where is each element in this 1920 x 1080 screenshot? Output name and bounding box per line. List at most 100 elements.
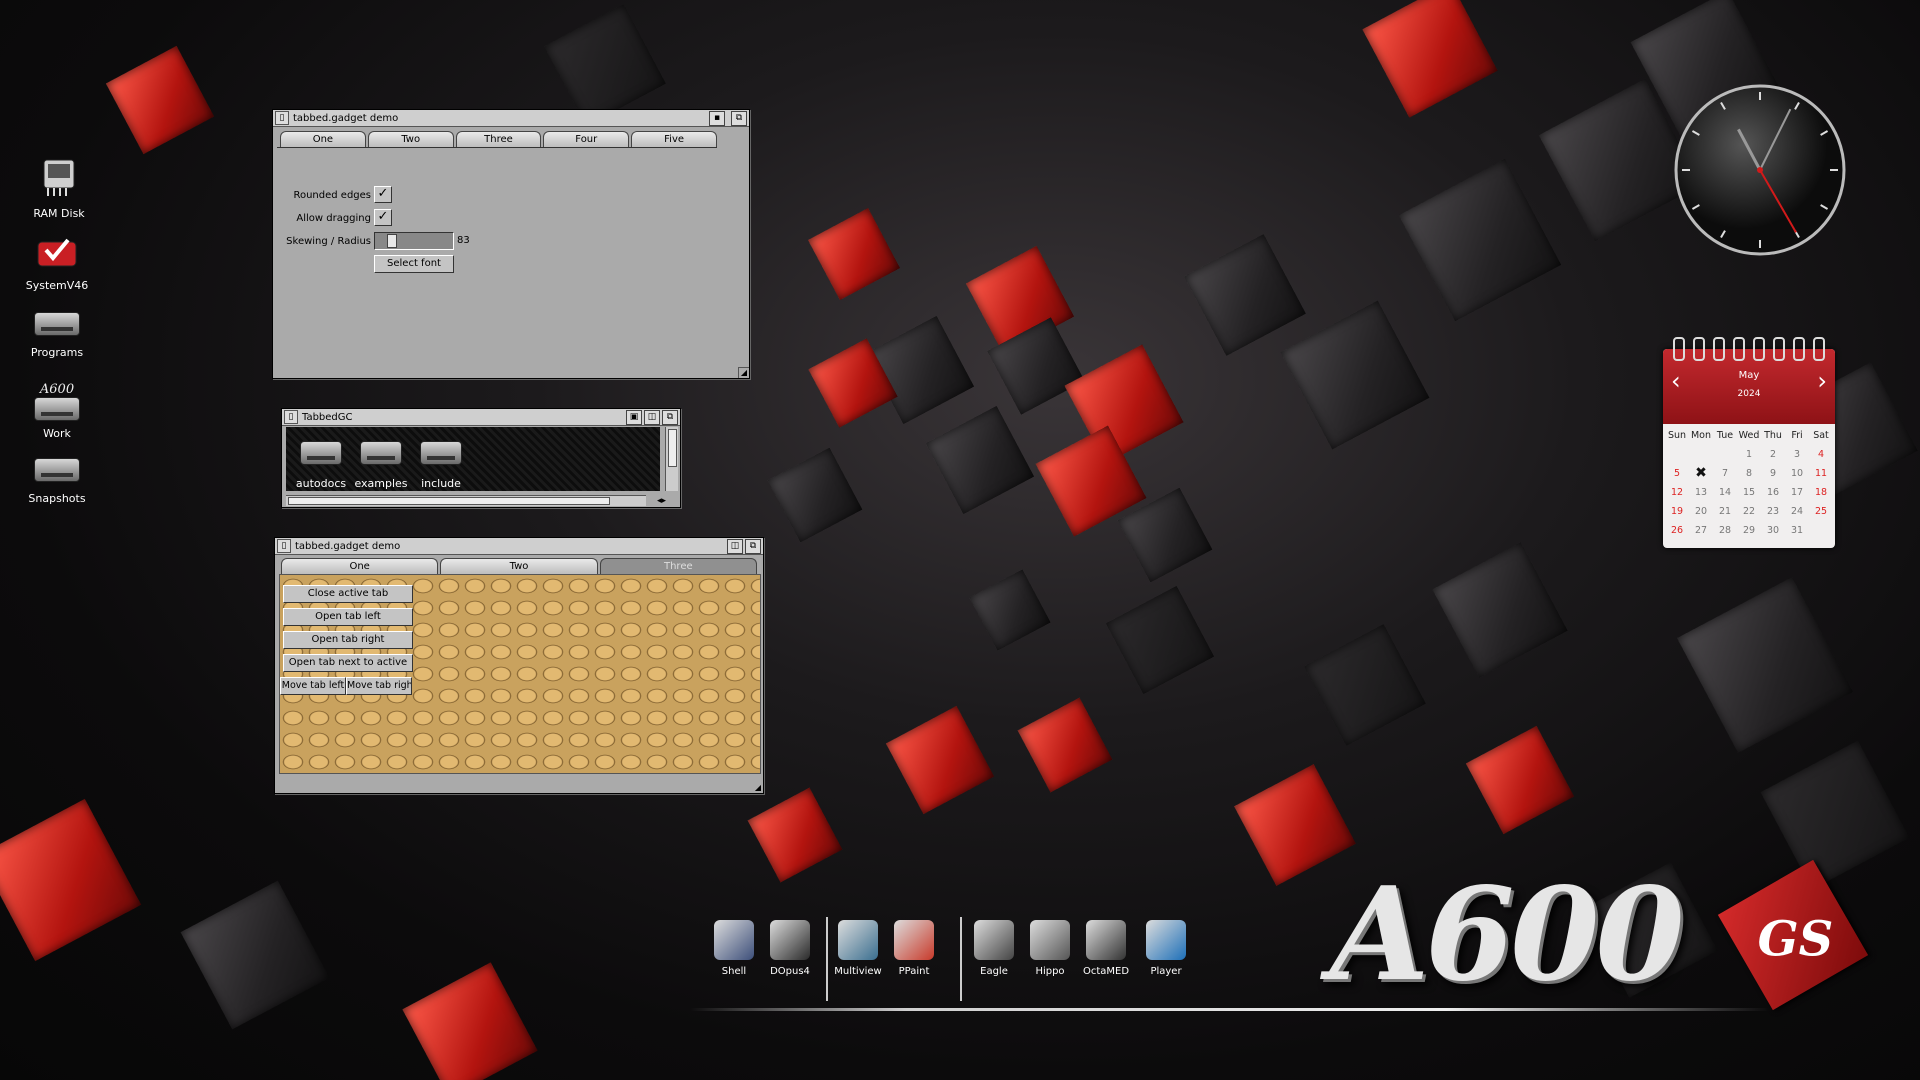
calendar-day[interactable]: 14 (1713, 487, 1737, 498)
calendar-day[interactable]: 10 (1785, 468, 1809, 479)
calendar-day[interactable]: 31 (1785, 525, 1809, 536)
calendar-day[interactable]: 21 (1713, 506, 1737, 517)
dock-item-octamed[interactable]: OctaMED (1078, 920, 1134, 977)
calendar-day[interactable]: 16 (1761, 487, 1785, 498)
close-gadget-icon[interactable]: ▯ (277, 539, 291, 553)
desktop-icon-snapshots[interactable]: Snapshots (12, 458, 102, 505)
tabbed-demo-window-2[interactable]: ▯ tabbed.gadget demo ◫ ⧉ One Two Three C… (274, 537, 764, 794)
desktop-icon-ram-disk[interactable]: RAM Disk (14, 156, 104, 220)
calendar-day[interactable]: 18 (1809, 487, 1833, 498)
calendar-day[interactable]: 15 (1737, 487, 1761, 498)
tab-two[interactable]: Two (367, 131, 454, 147)
resize-gadget-icon[interactable]: ◢ (753, 783, 763, 793)
select-font-button[interactable]: Select font (374, 255, 454, 273)
depth-gadget-icon[interactable]: ⧉ (745, 538, 761, 554)
a600-badge-text: A600 (39, 382, 75, 397)
calendar-day[interactable]: 20 (1689, 506, 1713, 517)
calendar-day[interactable]: 11 (1809, 468, 1833, 479)
tab-four[interactable]: Four (543, 131, 630, 147)
calendar-empty (1665, 449, 1689, 460)
depth-gadget-icon[interactable]: ⧉ (731, 110, 747, 126)
rounded-edges-checkbox[interactable]: ✓ (374, 186, 392, 203)
a600-logo: A600 (1330, 860, 1684, 1010)
scroll-arrows[interactable]: ◂▸ (657, 496, 666, 506)
scroll-knob[interactable] (288, 497, 610, 505)
window-titlebar[interactable]: ▯ tabbed.gadget demo ▪ ⧉ (273, 110, 749, 127)
calendar-day[interactable]: 26 (1665, 525, 1689, 536)
slider-knob[interactable] (387, 234, 397, 248)
calendar-day[interactable]: 7 (1713, 468, 1737, 479)
background-cube (808, 208, 900, 300)
close-gadget-icon[interactable]: ▯ (284, 410, 298, 424)
calendar-day[interactable]: 3 (1785, 449, 1809, 460)
calendar-day[interactable]: 24 (1785, 506, 1809, 517)
dock-item-hippo[interactable]: Hippo (1022, 920, 1078, 977)
dock-item-eagle[interactable]: Eagle (966, 920, 1022, 977)
drawer-item-autodocs[interactable]: autodocs (292, 441, 350, 490)
tab-two[interactable]: Two (440, 558, 598, 574)
zoom-gadget-icon[interactable]: ◫ (727, 538, 743, 554)
tab-one[interactable]: One (281, 558, 439, 574)
calendar-day[interactable]: 5 (1665, 468, 1689, 479)
item-label: autodocs (295, 477, 347, 490)
move-tab-left-button[interactable]: Move tab left (280, 677, 346, 695)
dock-item-multiview[interactable]: Multiview (830, 920, 886, 977)
calendar-day[interactable]: 4 (1809, 449, 1833, 460)
skewing-slider[interactable] (374, 232, 454, 250)
desktop-icon-systemv46[interactable]: SystemV46 (12, 228, 102, 292)
drawer-item-examples[interactable]: examples (352, 441, 410, 490)
vertical-scrollbar[interactable] (665, 427, 678, 491)
calendar-day[interactable]: 30 (1761, 525, 1785, 536)
depth-gadget-icon[interactable]: ⧉ (662, 409, 678, 425)
calendar-day[interactable]: 22 (1737, 506, 1761, 517)
calendar-day[interactable]: 2 (1761, 449, 1785, 460)
close-gadget-icon[interactable]: ▯ (275, 111, 289, 125)
open-tab-next-button[interactable]: Open tab next to active (283, 654, 413, 672)
window-titlebar[interactable]: ▯ TabbedGC ▣ ◫ ⧉ (282, 409, 680, 426)
dock-label: PPaint (898, 966, 930, 977)
tabbedgc-drawer-window[interactable]: ▯ TabbedGC ▣ ◫ ⧉ autodocs examples inclu… (281, 408, 681, 508)
horizontal-scrollbar[interactable] (286, 495, 646, 506)
calendar-day[interactable]: 28 (1713, 525, 1737, 536)
tabbed-demo-window-1[interactable]: ▯ tabbed.gadget demo ▪ ⧉ One Two Three F… (272, 109, 750, 379)
allow-dragging-label: Allow dragging (296, 213, 371, 224)
rounded-edges-label: Rounded edges (293, 190, 371, 201)
desktop-icon-work[interactable]: A600 Work (12, 382, 102, 440)
calendar-day[interactable]: 13 (1689, 487, 1713, 498)
desktop-icon-label: Programs (30, 346, 84, 359)
move-tab-right-button[interactable]: Move tab right (346, 677, 412, 695)
dock-item-shell[interactable]: Shell (706, 920, 762, 977)
drawer-item-include[interactable]: include (412, 441, 470, 490)
desktop-icon-programs[interactable]: Programs (12, 312, 102, 359)
tab-three[interactable]: Three (455, 131, 542, 147)
tab-five[interactable]: Five (631, 131, 717, 147)
tab-three[interactable]: Three (599, 558, 757, 574)
open-tab-right-button[interactable]: Open tab right (283, 631, 413, 649)
zoom-gadget-icon[interactable]: ◫ (644, 409, 660, 425)
calendar-day[interactable]: 9 (1761, 468, 1785, 479)
calendar-day[interactable]: 8 (1737, 468, 1761, 479)
calendar-day[interactable]: 25 (1809, 506, 1833, 517)
open-tab-left-button[interactable]: Open tab left (283, 608, 413, 626)
dock-item-ppaint[interactable]: PPaint (886, 920, 942, 977)
dock-item-dopus4[interactable]: DOpus4 (762, 920, 818, 977)
calendar-header: ‹ › May 2024 (1663, 337, 1835, 424)
tab-one[interactable]: One (280, 131, 366, 147)
window-titlebar[interactable]: ▯ tabbed.gadget demo ◫ ⧉ (275, 538, 763, 555)
calendar-day[interactable]: 27 (1689, 525, 1713, 536)
close-active-tab-button[interactable]: Close active tab (283, 585, 413, 603)
dock-item-player[interactable]: Player (1138, 920, 1194, 977)
scroll-knob[interactable] (668, 429, 677, 467)
calendar-day[interactable]: 23 (1761, 506, 1785, 517)
calendar-day[interactable]: 12 (1665, 487, 1689, 498)
zoom-gadget-icon[interactable]: ▪ (709, 110, 725, 126)
calendar-day[interactable]: 29 (1737, 525, 1761, 536)
skewing-radius-label: Skewing / Radius (286, 236, 371, 247)
calendar-day[interactable]: 17 (1785, 487, 1809, 498)
allow-dragging-checkbox[interactable]: ✓ (374, 209, 392, 226)
resize-gadget-icon[interactable]: ◢ (738, 367, 749, 378)
calendar-day[interactable]: 1 (1737, 449, 1761, 460)
calendar-today-marker[interactable]: ✖ (1689, 466, 1713, 480)
calendar-day[interactable]: 19 (1665, 506, 1689, 517)
iconify-gadget-icon[interactable]: ▣ (626, 409, 642, 425)
